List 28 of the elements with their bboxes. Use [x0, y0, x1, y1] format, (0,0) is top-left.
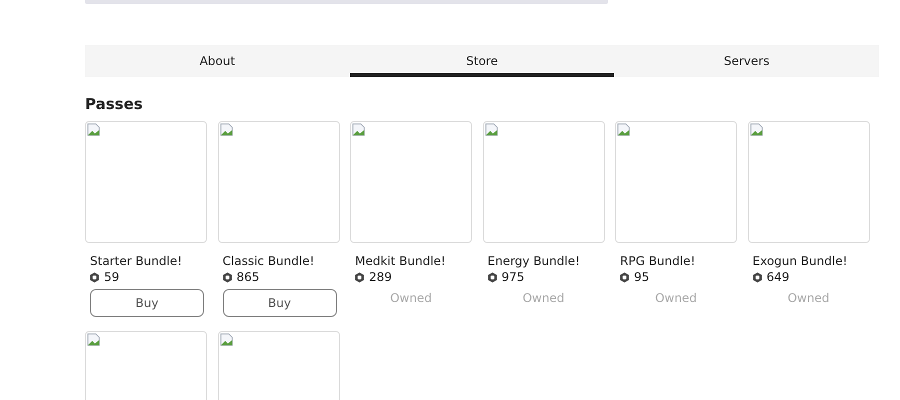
- robux-icon: [354, 272, 365, 282]
- robux-icon: [89, 272, 100, 282]
- price: 865: [236, 270, 260, 284]
- price: 289: [369, 270, 392, 284]
- pass-name: RPG Bundle!: [619, 254, 696, 268]
- price: 59: [104, 270, 120, 284]
- pass-name: Exogun Bundle!: [752, 254, 848, 268]
- buy-button[interactable]: Buy: [90, 289, 204, 317]
- pass-name: Medkit Bundle!: [354, 254, 447, 268]
- owned-label: Owned: [654, 290, 698, 307]
- owned-label: Owned: [522, 290, 566, 307]
- price: 975: [502, 270, 524, 284]
- robux-icon: [222, 272, 232, 282]
- price: 649: [766, 270, 790, 284]
- tab[interactable]: Servers: [614, 45, 880, 77]
- robux-icon: [486, 272, 498, 282]
- pass-name: Energy Bundle!: [486, 254, 581, 268]
- tab[interactable]: Store: [350, 45, 614, 77]
- owned-label: Owned: [786, 290, 830, 307]
- pass-name: Starter Bundle!: [89, 254, 184, 268]
- tab[interactable]: About: [85, 45, 350, 77]
- owned-label: Owned: [389, 290, 433, 307]
- robux-icon: [619, 272, 630, 282]
- buy-button[interactable]: Buy: [222, 289, 336, 317]
- section-title: Passes: [85, 95, 144, 115]
- pass-name: Classic Bundle!: [222, 254, 316, 268]
- price: 95: [634, 270, 650, 284]
- robux-icon: [752, 272, 762, 282]
